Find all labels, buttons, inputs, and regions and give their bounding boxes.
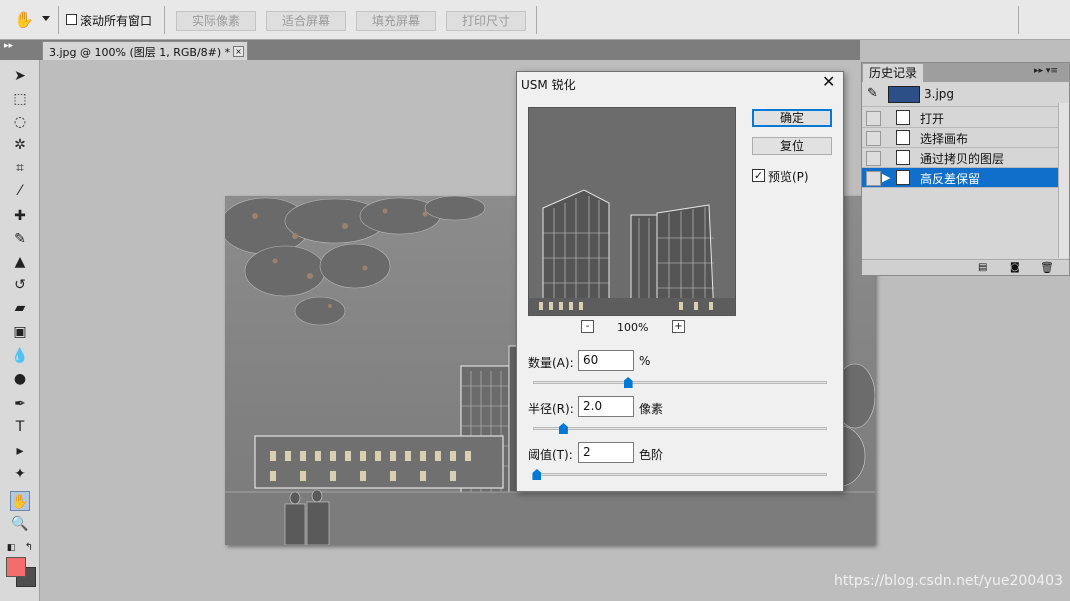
history-item-label: 通过拷贝的图层 [920, 152, 1005, 166]
unsharp-mask-dialog: USM 锐化 ✕ 确定 复位 ✓ 预览(P) - 100% + 数量(A): 6… [516, 71, 844, 492]
tool-preset-dropdown-icon[interactable] [42, 16, 50, 21]
divider [164, 6, 165, 34]
options-bar: ✋ 滚动所有窗口 实际像素 适合屏幕 填充屏幕 打印尺寸 [0, 0, 1070, 40]
history-state-slider-icon[interactable]: ▶ [882, 171, 890, 184]
history-scrollbar[interactable] [1058, 103, 1069, 258]
history-step-icon [896, 170, 910, 185]
preview-building-image [529, 108, 735, 315]
default-colors-icon[interactable]: ◧ [4, 538, 18, 558]
amount-slider[interactable] [533, 381, 827, 384]
new-snapshot-icon[interactable]: ◙ [1010, 262, 1020, 273]
snapshot-thumbnail [888, 86, 920, 103]
preview-checkbox[interactable]: ✓ [752, 169, 765, 182]
quick-select-icon[interactable]: ✲ [10, 135, 30, 155]
history-item[interactable]: 打开 [862, 108, 1058, 128]
clone-stamp-icon[interactable]: ▲ [10, 252, 30, 272]
history-source-box[interactable] [866, 111, 881, 126]
history-source-box[interactable] [866, 131, 881, 146]
radius-slider[interactable] [533, 427, 827, 430]
history-source-box[interactable] [866, 171, 881, 186]
marquee-icon[interactable]: ⬚ [10, 89, 30, 109]
hand-icon[interactable]: ✋ [10, 491, 30, 511]
dialog-title: USM 锐化 [521, 78, 576, 92]
scroll-all-windows-label: 滚动所有窗口 [80, 14, 153, 28]
hand-tool-preset-icon[interactable]: ✋ [14, 10, 38, 30]
delete-state-icon[interactable]: 🗑 [1040, 261, 1054, 274]
actual-pixels-button[interactable]: 实际像素 [176, 11, 256, 31]
document-tab-title: 3.jpg @ 100% (图层 1, RGB/8#) * [49, 46, 231, 59]
brush-icon[interactable]: ✎ [10, 229, 30, 249]
pen-icon[interactable]: ✒ [10, 394, 30, 414]
reset-button[interactable]: 复位 [752, 137, 832, 155]
dodge-icon[interactable]: ● [10, 369, 30, 389]
crop-icon[interactable]: ⌗ [10, 158, 30, 178]
history-panel-header: 历史记录 ▸▸ ▾≡ [862, 63, 1069, 82]
radius-input[interactable]: 2.0 [578, 396, 634, 417]
zoom-icon[interactable]: 🔍 [10, 514, 30, 534]
eyedropper-icon[interactable]: ⁄ [10, 181, 30, 201]
radius-unit: 像素 [639, 402, 664, 416]
close-tab-icon[interactable]: × [233, 46, 244, 57]
swap-colors-icon[interactable]: ↰ [22, 538, 36, 558]
panel-collapse-icon[interactable]: ▸▸ [4, 41, 13, 51]
zoom-level: 100% [617, 321, 649, 334]
snapshot-brush-icon[interactable]: ✎ [867, 86, 878, 101]
tools-panel: ➤ ⬚ ◌ ✲ ⌗ ⁄ ✚ ✎ ▲ ↺ ▰ ▣ 💧 ● ✒ T ▸ ✦ ✋ 🔍 … [0, 60, 40, 601]
divider [1018, 6, 1019, 34]
history-item[interactable]: 选择画布 [862, 128, 1058, 148]
move-icon[interactable]: ➤ [10, 66, 30, 86]
zoom-out-button[interactable]: - [581, 320, 594, 333]
history-panel-tab[interactable]: 历史记录 [863, 64, 923, 82]
radius-label: 半径(R): [528, 402, 574, 416]
amount-input[interactable]: 60 [578, 350, 634, 371]
print-size-button[interactable]: 打印尺寸 [446, 11, 526, 31]
divider [58, 6, 59, 34]
threshold-unit: 色阶 [639, 448, 664, 462]
history-item[interactable]: 通过拷贝的图层 [862, 148, 1058, 168]
amount-unit: % [639, 354, 651, 368]
threshold-slider-thumb[interactable] [532, 469, 542, 480]
watermark: https://blog.csdn.net/yue200403 [834, 573, 1063, 589]
history-snapshot[interactable]: ✎ 3.jpg [862, 83, 1058, 107]
radius-slider-thumb[interactable] [558, 423, 568, 434]
fill-screen-button[interactable]: 填充屏幕 [356, 11, 436, 31]
threshold-label: 阈值(T): [528, 448, 573, 462]
gradient-icon[interactable]: ▣ [10, 322, 30, 342]
history-step-icon [896, 150, 910, 165]
blur-icon[interactable]: 💧 [10, 346, 30, 366]
amount-slider-thumb[interactable] [623, 377, 633, 388]
filter-preview[interactable] [528, 107, 736, 316]
history-brush-icon[interactable]: ↺ [10, 275, 30, 295]
healing-brush-icon[interactable]: ✚ [10, 206, 30, 226]
history-item-label: 高反差保留 [920, 172, 981, 186]
history-step-icon [896, 110, 910, 125]
history-panel-footer: ▤ ◙ 🗑 [862, 259, 1069, 275]
zoom-in-button[interactable]: + [672, 320, 685, 333]
panel-menu-icon[interactable]: ▸▸ ▾≡ [1034, 66, 1058, 76]
threshold-input[interactable]: 2 [578, 442, 634, 463]
foreground-color-swatch[interactable] [6, 557, 26, 577]
shape-icon[interactable]: ✦ [10, 464, 30, 484]
type-icon[interactable]: T [10, 417, 30, 437]
history-item-label: 打开 [920, 112, 945, 126]
preview-label: 预览(P) [768, 170, 809, 184]
history-item-selected[interactable]: ▶ 高反差保留 [862, 168, 1058, 188]
eraser-icon[interactable]: ▰ [10, 298, 30, 318]
document-tab[interactable]: 3.jpg @ 100% (图层 1, RGB/8#) * × [42, 41, 248, 60]
close-icon[interactable]: ✕ [822, 74, 835, 90]
lasso-icon[interactable]: ◌ [10, 112, 30, 132]
snapshot-label: 3.jpg [924, 87, 955, 101]
ok-button[interactable]: 确定 [752, 109, 832, 127]
path-select-icon[interactable]: ▸ [10, 441, 30, 461]
history-panel: 历史记录 ▸▸ ▾≡ ✎ 3.jpg 打开 选择画布 通过拷贝的图层 ▶ 高反差… [861, 62, 1070, 276]
scroll-all-windows-checkbox[interactable] [66, 14, 77, 25]
history-step-icon [896, 130, 910, 145]
history-source-box[interactable] [866, 151, 881, 166]
threshold-slider[interactable] [533, 473, 827, 476]
history-item-label: 选择画布 [920, 132, 969, 146]
fit-screen-button[interactable]: 适合屏幕 [266, 11, 346, 31]
amount-label: 数量(A): [528, 356, 574, 370]
divider [536, 6, 537, 34]
new-document-from-state-icon[interactable]: ▤ [978, 262, 987, 273]
